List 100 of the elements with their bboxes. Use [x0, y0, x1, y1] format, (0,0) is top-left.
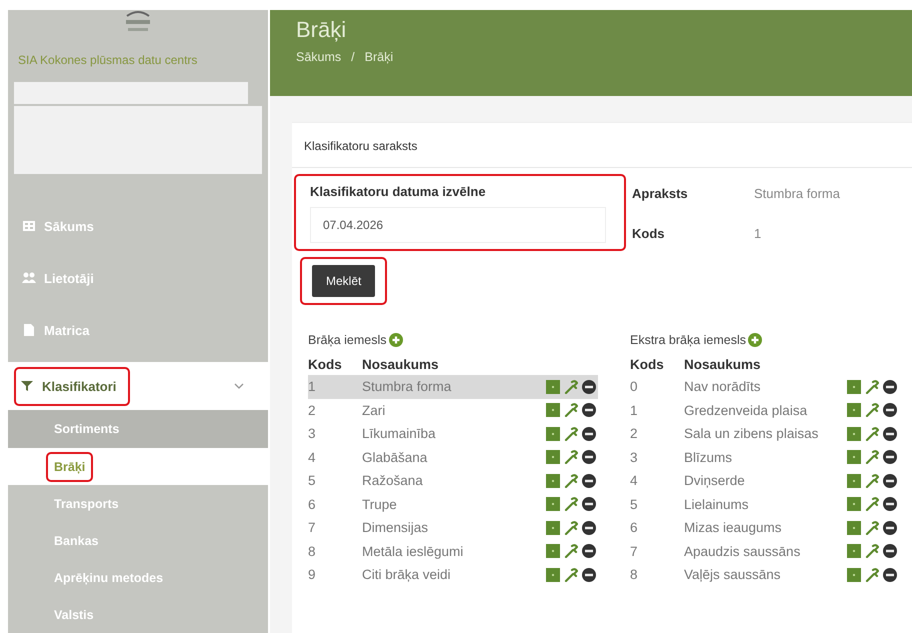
wrench-icon	[564, 450, 578, 464]
edit-button[interactable]	[847, 497, 861, 512]
delete-button[interactable]	[883, 450, 897, 464]
delete-button[interactable]	[883, 520, 897, 535]
delete-button[interactable]	[883, 497, 897, 512]
delete-button[interactable]	[582, 474, 596, 488]
delete-button[interactable]	[883, 426, 897, 441]
add-button[interactable]	[388, 333, 402, 347]
search-button[interactable]: Meklēt	[312, 265, 376, 297]
edit-button[interactable]	[847, 520, 861, 535]
minus-circle-icon	[582, 497, 596, 512]
edit-button[interactable]	[546, 544, 560, 558]
wrench-icon	[564, 568, 578, 582]
table-cell: 1	[308, 375, 362, 398]
settings-button[interactable]	[865, 497, 879, 512]
submenu-item[interactable]: Bankas	[8, 522, 268, 559]
edit-button[interactable]	[847, 474, 861, 488]
settings-button[interactable]	[865, 544, 879, 558]
column-header: Kods	[308, 356, 343, 374]
minus-circle-icon	[883, 450, 897, 464]
table-cell-text: 3	[630, 448, 639, 467]
delete-button[interactable]	[582, 403, 596, 418]
settings-button[interactable]	[865, 403, 879, 418]
wrench-icon	[564, 497, 578, 512]
square-icon	[546, 520, 560, 535]
delete-button[interactable]	[582, 568, 596, 582]
submenu-item[interactable]: Sortiments	[8, 410, 268, 448]
delete-button[interactable]	[883, 380, 897, 394]
delete-button[interactable]	[582, 426, 596, 441]
settings-button[interactable]	[564, 474, 578, 488]
settings-button[interactable]	[564, 426, 578, 441]
breadcrumb-link[interactable]: Sākums	[296, 50, 342, 64]
edit-button[interactable]	[546, 380, 560, 394]
square-icon	[546, 568, 560, 582]
settings-button[interactable]	[564, 497, 578, 512]
table-cell-text: Vaļējs saussāns	[684, 566, 782, 584]
delete-button[interactable]	[582, 380, 596, 394]
table-cell-text: 1	[630, 402, 639, 420]
table-cell-text: Līkumainība	[362, 425, 437, 444]
delete-button[interactable]	[582, 450, 596, 464]
add-button[interactable]	[748, 333, 762, 347]
edit-button[interactable]	[546, 426, 560, 441]
field-label: Klasifikatoru datuma izvēlne	[310, 184, 487, 199]
submenu-item[interactable]: Valstis	[8, 596, 268, 633]
table-cell-text: Nav norādīts	[684, 378, 762, 396]
edit-button[interactable]	[847, 380, 861, 394]
table-cell-text: Metāla ieslēgumi	[362, 542, 464, 561]
breadcrumb-link[interactable]: Brāķi	[364, 50, 394, 64]
settings-button[interactable]	[865, 520, 879, 535]
nav-item[interactable]: Matrica	[8, 304, 268, 356]
edit-button[interactable]	[847, 544, 861, 558]
delete-button[interactable]	[582, 520, 596, 535]
edit-button[interactable]	[546, 497, 560, 512]
table-cell-text: Citi brāķa veidi	[362, 566, 452, 584]
settings-button[interactable]	[865, 450, 879, 464]
submenu-item[interactable]: Transports	[8, 485, 268, 522]
submenu-item[interactable]: Aprēķinu metodes	[8, 559, 268, 596]
edit-button[interactable]	[847, 568, 861, 582]
delete-button[interactable]	[883, 403, 897, 418]
square-icon	[847, 520, 861, 535]
settings-button[interactable]	[865, 474, 879, 488]
edit-button[interactable]	[847, 450, 861, 464]
nav-item[interactable]: Klasifikatori	[8, 362, 268, 410]
settings-button[interactable]	[564, 544, 578, 558]
settings-button[interactable]	[865, 426, 879, 441]
delete-button[interactable]	[883, 544, 897, 558]
edit-button[interactable]	[546, 520, 560, 535]
edit-button[interactable]	[546, 568, 560, 582]
filter-icon	[20, 379, 34, 393]
input-field[interactable]	[14, 82, 248, 104]
delete-button[interactable]	[582, 497, 596, 512]
settings-button[interactable]	[564, 568, 578, 582]
delete-button[interactable]	[883, 474, 897, 488]
nav-item[interactable]: Sākums	[8, 200, 268, 252]
wrench-icon	[865, 426, 879, 441]
minus-circle-icon	[883, 568, 897, 582]
table-cell-text: Dimensijas	[362, 519, 430, 538]
wrench-icon	[564, 544, 578, 558]
square-icon	[546, 426, 560, 441]
settings-button[interactable]	[564, 450, 578, 464]
submenu-item[interactable]: Brāķi	[48, 454, 92, 480]
settings-button[interactable]	[865, 380, 879, 394]
edit-button[interactable]	[546, 450, 560, 464]
settings-button[interactable]	[564, 520, 578, 535]
settings-button[interactable]	[865, 568, 879, 582]
edit-button[interactable]	[546, 403, 560, 418]
highlight-frame: Klasifikatori	[16, 368, 128, 404]
table-cell-text: 7	[630, 542, 639, 561]
nav-item[interactable]: Lietotāji	[8, 252, 268, 304]
edit-button[interactable]	[847, 426, 861, 441]
delete-button[interactable]	[883, 568, 897, 582]
date-field[interactable]: 07.04.2026	[310, 207, 606, 243]
edit-button[interactable]	[546, 474, 560, 488]
delete-button[interactable]	[582, 544, 596, 558]
minus-circle-icon	[883, 497, 897, 512]
edit-button[interactable]	[847, 403, 861, 418]
table-cell-text: 6	[308, 496, 317, 514]
square-icon	[546, 497, 560, 512]
minus-circle-icon	[883, 520, 897, 535]
settings-button[interactable]	[564, 403, 578, 418]
